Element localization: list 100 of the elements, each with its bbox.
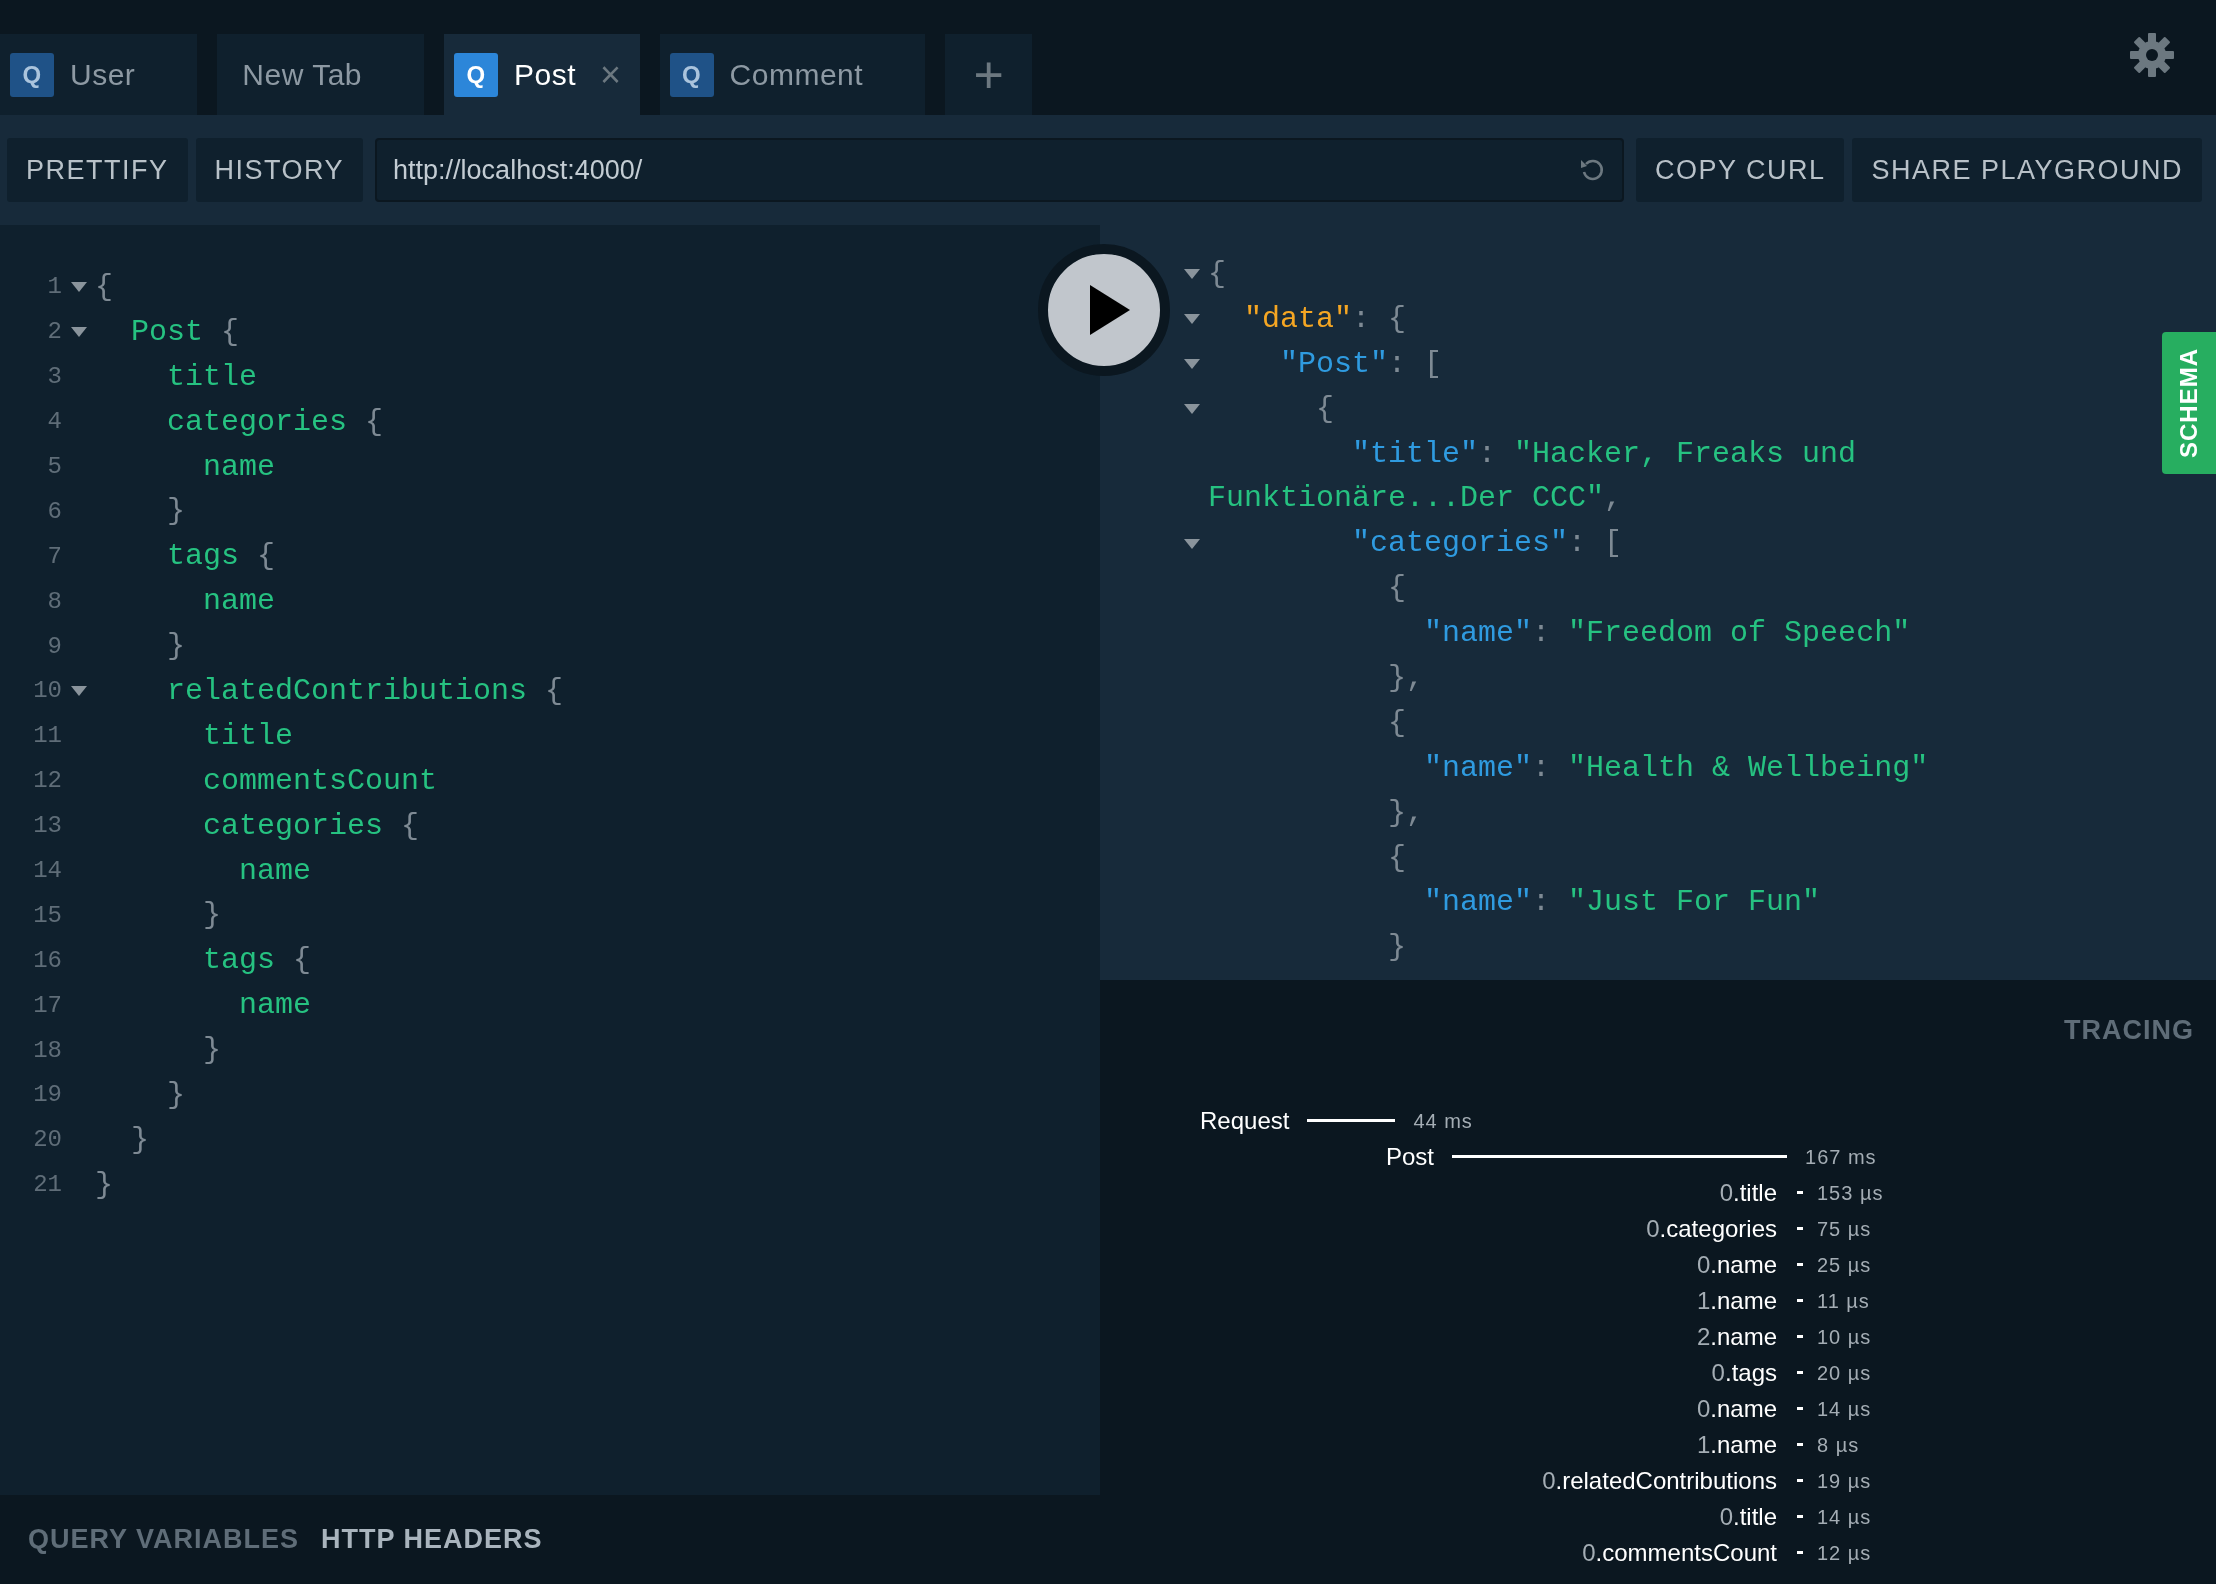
duration-bar [1797,1227,1803,1230]
trace-duration: 12 µs [1817,1540,1872,1566]
code-line: } [166,628,185,666]
line-number: 16 [32,945,62,976]
trace-label: Post [1386,1141,1435,1172]
trace-label: Request [1200,1105,1290,1136]
line-number: 7 [46,541,62,572]
code-line: title [166,358,258,396]
duration-bar [1797,1299,1803,1302]
code-line: name [238,852,312,890]
tracing-title: TRACING [2064,1014,2194,1047]
code-line: } [166,493,185,531]
code-line: tags { [202,942,312,980]
line-number: 15 [32,900,62,931]
line-number: 9 [46,631,62,662]
code-line: categories { [166,403,384,441]
duration-bar [1797,1443,1803,1446]
line-number: 1 [46,272,62,303]
duration-bar [1797,1551,1803,1554]
duration-bar [1797,1191,1803,1194]
trace-label: 0.name [1695,1249,1777,1280]
line-number: 12 [32,766,62,797]
line-number: 5 [46,452,62,482]
trace-label: 0.name [1695,1393,1777,1424]
json-line: }, [1387,659,1425,697]
duration-bar [1797,1515,1803,1518]
trace-duration: 25 µs [1817,1252,1872,1278]
trace-duration: 20 µs [1817,1360,1872,1386]
line-number: 8 [46,586,62,617]
query-tab[interactable]: Q User [0,34,198,115]
json-line: "Post": [ [1279,345,1443,383]
query-tab[interactable]: New Tab [217,34,425,115]
url-field[interactable]: http://localhost:4000/ [375,138,1624,202]
json-line: }, [1387,794,1425,832]
code-line: } [202,897,222,935]
line-number: 2 [46,317,62,348]
toolbar-button[interactable]: COPY CURL [1635,138,1845,202]
settings-icon[interactable] [2128,30,2176,79]
line-number: 4 [46,407,62,438]
code-line: name [202,583,276,621]
trace-label: 0.title [1718,1501,1777,1532]
toolbar-button[interactable]: SHARE PLAYGROUND [1852,138,2202,202]
trace-label: 1.name [1695,1285,1777,1316]
line-number: 6 [46,496,62,527]
code-line: title [202,717,294,755]
trace-duration: 44 ms [1413,1108,1473,1134]
trace-label: 0.title [1718,1177,1777,1208]
line-number: 21 [32,1170,62,1201]
duration-bar [1797,1407,1803,1410]
code-line: } [95,1166,113,1204]
trace-label: 0.categories [1645,1213,1777,1244]
json-line: "name": "Freedom of Speech" [1423,615,1911,653]
line-number: 3 [46,362,62,393]
json-line: "title": "Hacker, Freaks und [1351,435,1857,473]
trace-label: 1.name [1695,1429,1777,1460]
json-line: { [1387,570,1407,608]
trace-duration: 8 µs [1817,1432,1860,1458]
trace-duration: 14 µs [1817,1504,1872,1530]
code-line: } [202,1032,222,1070]
trace-duration: 167 ms [1805,1144,1877,1170]
line-number: 18 [32,1035,62,1066]
toolbar-button[interactable]: HISTORY [195,138,364,202]
trace-duration: 14 µs [1817,1396,1872,1422]
panel-tab[interactable]: HTTP HEADERS [321,1519,543,1560]
code-line: tags { [166,538,276,576]
trace-duration: 153 µs [1817,1180,1884,1206]
code-line: relatedContributions { [166,672,564,710]
trace-duration: 19 µs [1817,1468,1872,1494]
query-icon: Q [454,52,499,97]
trace-duration: 75 µs [1817,1216,1872,1242]
line-number: 14 [32,856,62,886]
json-line: "name": "Health & Wellbeing" [1423,749,1929,787]
line-number: 11 [32,721,62,752]
code-line: } [166,1077,185,1114]
code-line: Post { [130,313,240,351]
json-line: "name": "Just For Fun" [1423,884,1821,922]
trace-label: 2.name [1695,1321,1777,1352]
json-line: "data": { [1243,300,1407,338]
line-number: 10 [32,676,62,707]
duration-bar [1797,1479,1803,1482]
trace-duration: 10 µs [1817,1324,1872,1350]
trace-label: 0.tags [1710,1357,1777,1388]
duration-bar [1797,1371,1803,1374]
duration-bar [1797,1263,1803,1266]
toolbar-button[interactable]: PRETTIFY [7,138,188,202]
query-tab[interactable]: Q Comment [659,34,926,115]
line-number: 19 [32,1080,62,1111]
json-line: { [1315,390,1335,428]
json-line: { [1208,255,1226,293]
line-number: 17 [32,990,62,1021]
line-number: 20 [32,1125,62,1156]
trace-label: 0.commentsCount [1581,1537,1777,1568]
code-line: } [130,1121,149,1159]
code-line: name [202,448,276,486]
line-number: 13 [32,811,62,842]
query-icon: Q [10,52,54,97]
new-tab-button[interactable]: + [945,34,1033,115]
trace-duration: 11 µs [1817,1288,1870,1314]
query-icon: Q [669,52,714,97]
query-tab[interactable]: Q Post × [444,34,640,115]
